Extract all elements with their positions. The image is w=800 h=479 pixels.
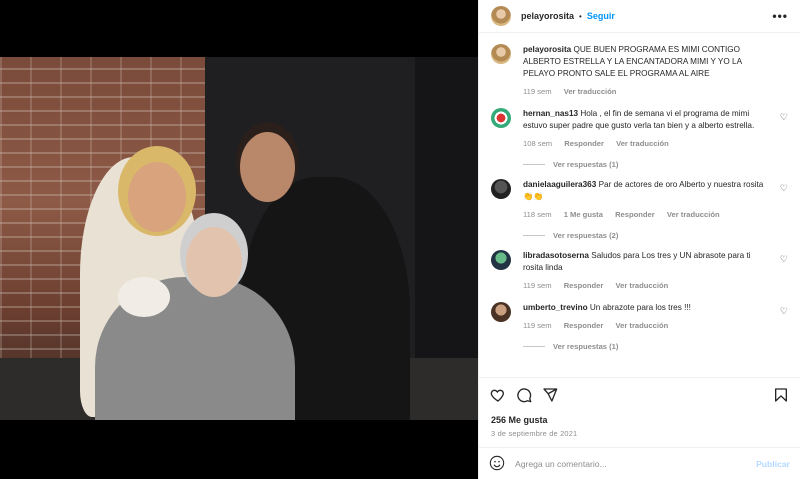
view-replies-label[interactable]: Ver respuestas (1) (553, 342, 618, 351)
reply-button[interactable]: Responder (564, 139, 604, 148)
share-icon[interactable] (541, 386, 559, 404)
avatar[interactable] (491, 179, 511, 199)
publish-button[interactable]: Publicar (756, 459, 790, 469)
caption-age[interactable]: 119 sem (523, 87, 552, 96)
more-options-icon[interactable]: ••• (772, 9, 788, 23)
heart-icon[interactable] (489, 386, 507, 404)
caption-username[interactable]: pelayorosita (523, 45, 571, 54)
view-replies-label[interactable]: Ver respuestas (1) (553, 160, 618, 169)
translate-link[interactable]: Ver traducción (564, 87, 617, 96)
list-item: libradasotoserna Saludos para Los tres y… (491, 250, 788, 292)
list-item: hernan_nas13 Hola , el fin de semana vi … (491, 108, 788, 150)
avatar[interactable] (491, 44, 511, 64)
avatar[interactable] (491, 250, 511, 270)
likes-count[interactable]: 256 Me gusta (491, 415, 548, 425)
comments-list[interactable]: pelayorosita QUE BUEN PROGRAMA ES MIMI C… (479, 34, 800, 376)
avatar[interactable] (491, 108, 511, 128)
heart-icon[interactable]: ♡ (780, 254, 788, 265)
post-side-panel: pelayorosita • Seguir ••• pelayorosita Q… (478, 0, 800, 479)
translate-link[interactable]: Ver traducción (667, 210, 720, 219)
replies-divider (523, 164, 545, 165)
post-username[interactable]: pelayorosita (521, 11, 574, 21)
separator-dot: • (579, 11, 582, 21)
comment-username[interactable]: umberto_trevino (523, 303, 588, 312)
post-actions-bar (479, 377, 800, 411)
comment-username[interactable]: hernan_nas13 (523, 109, 578, 118)
caption: pelayorosita QUE BUEN PROGRAMA ES MIMI C… (491, 44, 788, 98)
follow-button[interactable]: Seguir (587, 11, 615, 21)
comment-username[interactable]: libradasotoserna (523, 251, 589, 260)
comment-age[interactable]: 108 sem (523, 139, 552, 148)
view-replies-button[interactable]: Ver respuestas (2) (523, 231, 788, 240)
post-photo[interactable] (0, 57, 478, 420)
bookmark-icon[interactable] (772, 386, 790, 404)
comment-username[interactable]: danielaaguilera363 (523, 180, 596, 189)
avatar[interactable] (491, 302, 511, 322)
avatar[interactable] (491, 6, 511, 26)
comment-age[interactable]: 119 sem (523, 281, 552, 290)
reply-button[interactable]: Responder (564, 281, 604, 290)
small-dog (118, 277, 170, 317)
person-left-head (128, 162, 186, 232)
add-comment-bar: Publicar (479, 447, 800, 479)
view-replies-button[interactable]: Ver respuestas (1) (523, 342, 788, 351)
emoji-icon[interactable] (489, 455, 505, 473)
comment-likes[interactable]: 1 Me gusta (564, 210, 603, 219)
list-item: umberto_trevino Un abrazote para los tre… (491, 302, 788, 332)
post-date[interactable]: 3 de septiembre de 2021 (491, 429, 577, 438)
heart-icon[interactable]: ♡ (780, 112, 788, 123)
comment-text: Un abrazote para los tres !!! (589, 303, 691, 312)
person-center-head (186, 227, 242, 297)
heart-icon[interactable]: ♡ (780, 183, 788, 194)
instagram-post-view: pelayorosita • Seguir ••• pelayorosita Q… (0, 0, 800, 479)
comment-input[interactable] (515, 458, 757, 469)
comment-icon[interactable] (515, 386, 533, 404)
post-header: pelayorosita • Seguir ••• (479, 0, 800, 33)
view-replies-label[interactable]: Ver respuestas (2) (553, 231, 618, 240)
translate-link[interactable]: Ver traducción (615, 281, 668, 290)
person-right-head (240, 132, 295, 202)
post-media[interactable] (0, 0, 478, 479)
translate-link[interactable]: Ver traducción (616, 139, 669, 148)
comment-age[interactable]: 118 sem (523, 210, 552, 219)
list-item: danielaaguilera363 Par de actores de oro… (491, 179, 788, 221)
comment-age[interactable]: 119 sem (523, 321, 552, 330)
translate-link[interactable]: Ver traducción (615, 321, 668, 330)
replies-divider (523, 346, 545, 347)
reply-button[interactable]: Responder (615, 210, 655, 219)
reply-button[interactable]: Responder (564, 321, 604, 330)
replies-divider (523, 235, 545, 236)
heart-icon[interactable]: ♡ (780, 306, 788, 317)
view-replies-button[interactable]: Ver respuestas (1) (523, 160, 788, 169)
